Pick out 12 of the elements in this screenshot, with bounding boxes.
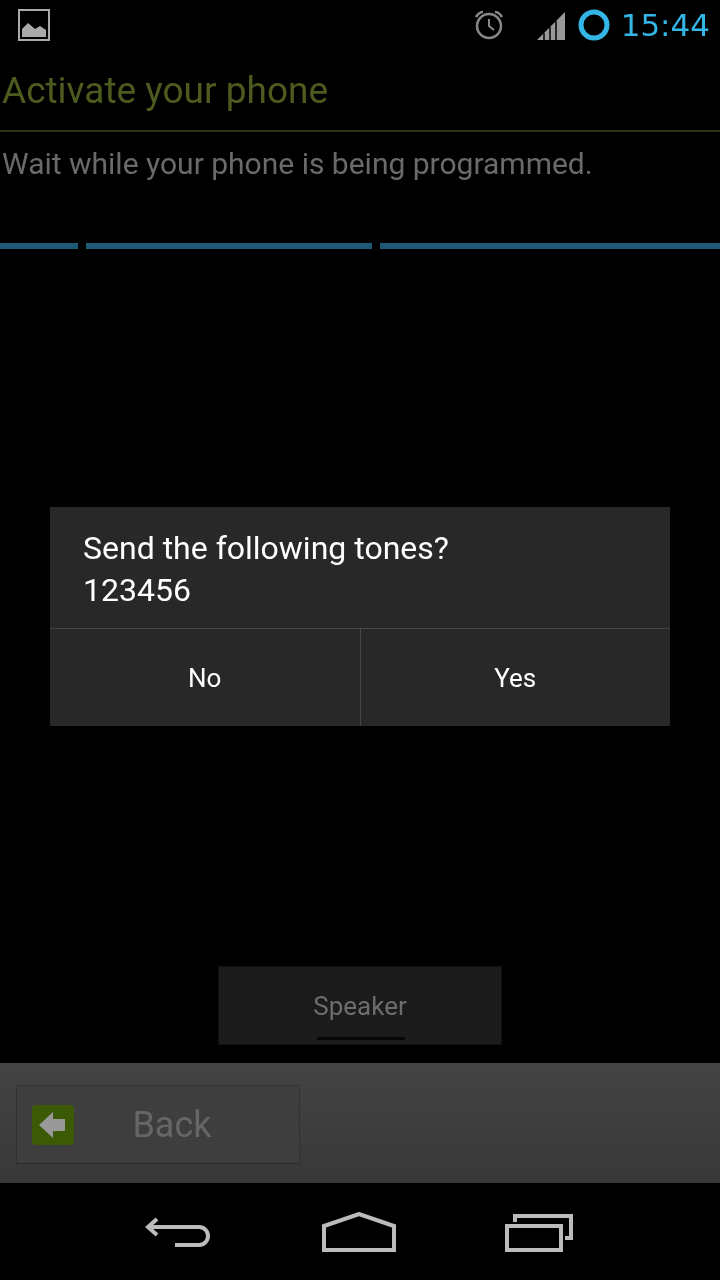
alarm-icon — [472, 9, 505, 41]
recent-apps-icon[interactable] — [505, 1211, 576, 1252]
home-icon[interactable] — [322, 1211, 396, 1252]
clock-time: 15:44 — [620, 7, 710, 43]
screen-title: Activate your phone — [1, 67, 330, 114]
ring-icon — [576, 8, 611, 42]
image-icon — [18, 9, 50, 41]
status-message: Wait while your phone is being programmed. — [1, 145, 594, 183]
dialog-button[interactable]: No — [50, 629, 360, 726]
dialog-message: Send the following tones? 123456 — [50, 507, 670, 629]
dialog-button[interactable]: Yes — [359, 629, 670, 726]
signal-icon — [536, 10, 567, 40]
